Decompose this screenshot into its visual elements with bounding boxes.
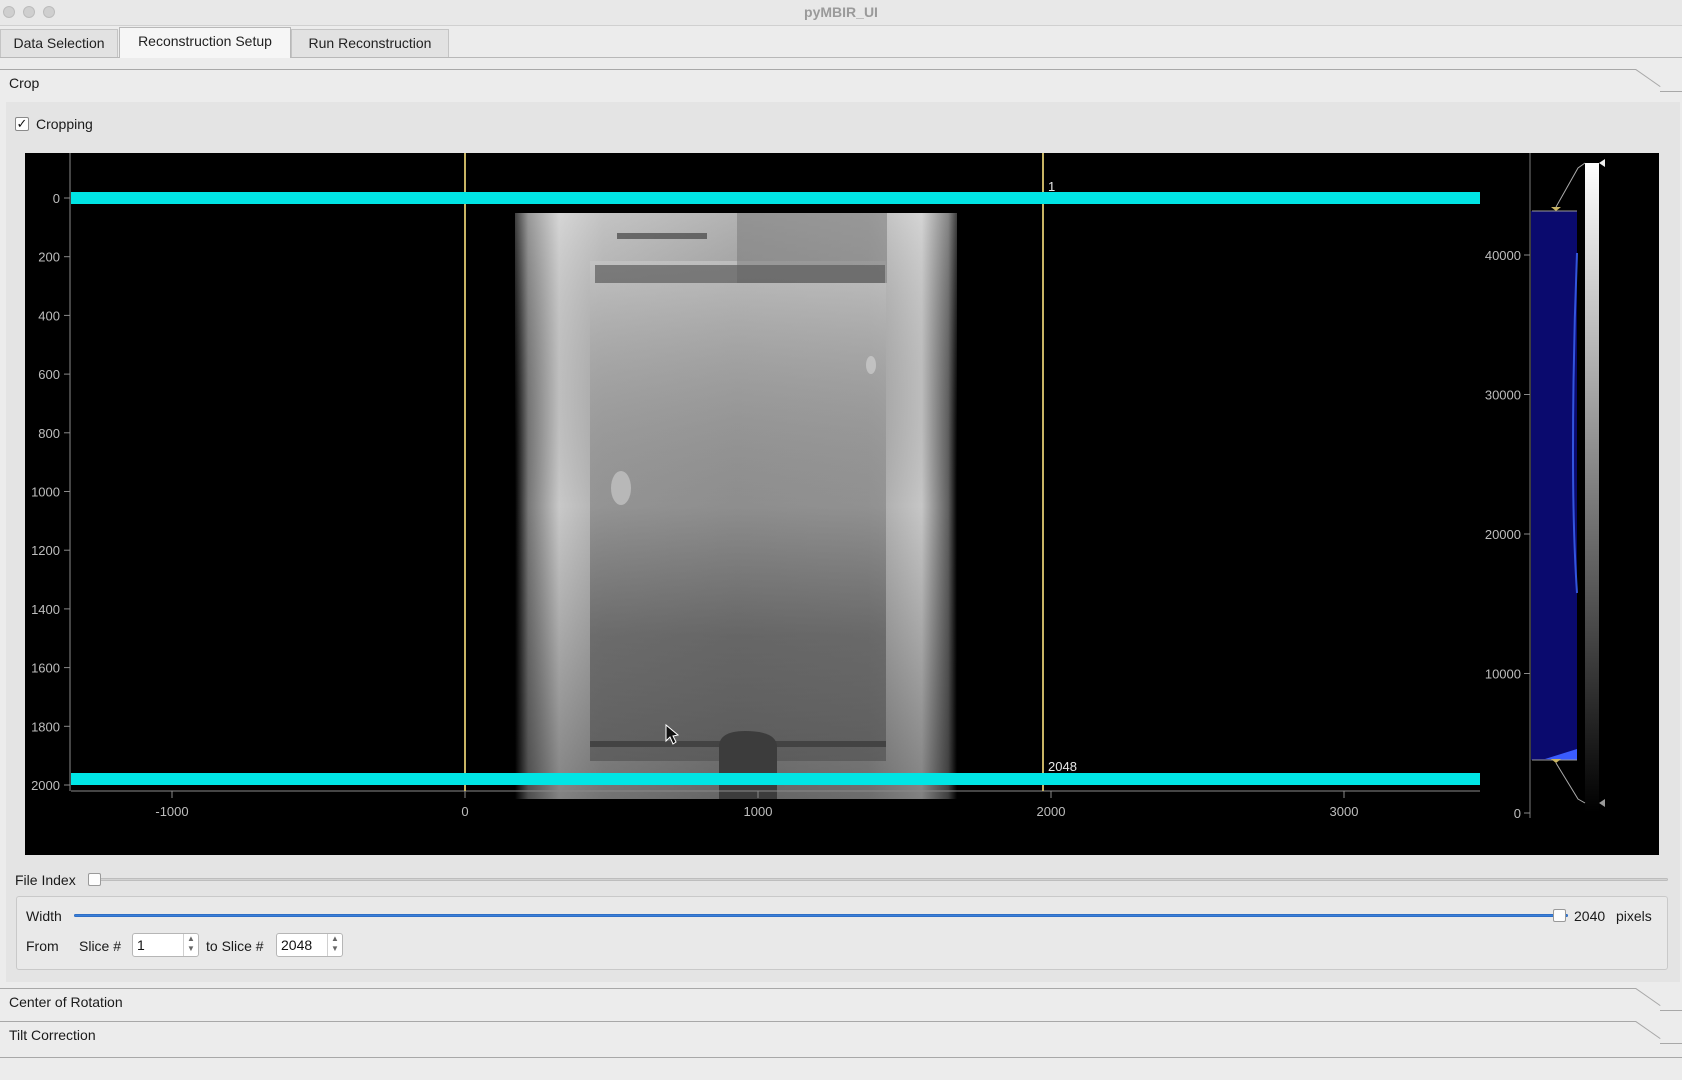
- x-tick-label: 1000: [744, 804, 773, 819]
- width-slice-group: [16, 896, 1668, 970]
- y-tick-label: 2000: [31, 778, 60, 793]
- sample-image: [515, 213, 957, 799]
- x-tick-label: 0: [461, 804, 468, 819]
- slice-to-value: 2048: [281, 937, 313, 953]
- width-slider-fill: [74, 914, 1568, 917]
- width-value: 2040: [1574, 908, 1606, 924]
- histogram-region[interactable]: [1531, 211, 1577, 760]
- x-tick-label: 3000: [1330, 804, 1359, 819]
- cropping-checkbox[interactable]: ✓: [15, 117, 29, 131]
- width-label: Width: [26, 908, 62, 924]
- x-tick-label: 2000: [1037, 804, 1066, 819]
- colorbar-tick-label: 30000: [1485, 388, 1521, 403]
- window-title: pyMBIR_UI: [804, 4, 878, 20]
- y-tick-label: 1200: [31, 543, 60, 558]
- tab-bar: Data Selection Reconstruction Setup Run …: [0, 26, 1682, 58]
- y-tick-label: 400: [38, 308, 60, 323]
- roi-top-row-band[interactable]: [71, 192, 1480, 204]
- y-tick-label: 1800: [31, 719, 60, 734]
- x-tick-marks: [171, 791, 1345, 798]
- colorbar-tick-label: 20000: [1485, 527, 1521, 542]
- to-slice-label: to Slice #: [206, 938, 264, 954]
- y-tick-label: 600: [38, 367, 60, 382]
- tab-reconstruction-setup[interactable]: Reconstruction Setup: [119, 27, 291, 58]
- y-tick-label: 200: [38, 250, 60, 265]
- y-tick-label: 0: [53, 191, 60, 206]
- slice-from-value: 1: [137, 937, 145, 953]
- slice-to-stepper-icon[interactable]: ▲ ▼: [327, 934, 342, 956]
- x-tick-labels: -1000 0 1000 2000 3000: [155, 804, 1358, 819]
- roi-top-label: 1: [1048, 179, 1055, 194]
- y-tick-labels: 0 200 400 600 800 1000 1200 1400 1600 1800 2000: [31, 191, 60, 793]
- roi-bottom-label: 2048: [1048, 759, 1077, 774]
- colorbar-tick-marks: [1524, 254, 1530, 814]
- y-tick-label: 1000: [31, 485, 60, 500]
- file-index-slider-track[interactable]: [90, 878, 1668, 881]
- y-tick-label: 800: [38, 426, 60, 441]
- image-view[interactable]: -1000 0 1000 2000 3000 0 200 400 600 800 1000 1200…: [25, 153, 1659, 855]
- slice-from-stepper-icon[interactable]: ▲ ▼: [183, 934, 198, 956]
- y-tick-marks: [64, 197, 70, 786]
- file-index-slider-handle[interactable]: [88, 873, 101, 886]
- tilt-correction-title: Tilt Correction: [9, 1027, 96, 1043]
- file-index-label: File Index: [15, 872, 76, 888]
- y-tick-label: 1600: [31, 661, 60, 676]
- colorbar-gradient[interactable]: [1585, 163, 1599, 813]
- width-unit: pixels: [1616, 908, 1652, 924]
- tab-run-reconstruction[interactable]: Run Reconstruction: [291, 29, 449, 57]
- center-of-rotation-section-header[interactable]: Center of Rotation: [0, 988, 1682, 1018]
- cropping-label: Cropping: [36, 116, 93, 132]
- crop-section-header[interactable]: Crop: [0, 69, 1682, 99]
- roi-bottom-row-band[interactable]: [71, 773, 1480, 785]
- slice-from-spinbox[interactable]: 1 ▲ ▼: [132, 933, 199, 957]
- x-tick-label: -1000: [155, 804, 188, 819]
- colorbar-tick-label: 40000: [1485, 248, 1521, 263]
- crop-section-title: Crop: [9, 75, 40, 91]
- bottom-divider: [0, 1057, 1682, 1058]
- width-slider-handle[interactable]: [1553, 909, 1566, 922]
- colorbar-tick-label: 0: [1514, 806, 1521, 821]
- title-bar: pyMBIR_UI: [0, 0, 1682, 26]
- tilt-correction-section-header[interactable]: Tilt Correction: [0, 1021, 1682, 1051]
- center-of-rotation-title: Center of Rotation: [9, 994, 123, 1010]
- colorbar-tick-label: 10000: [1485, 667, 1521, 682]
- from-label: From: [26, 938, 59, 954]
- y-tick-label: 1400: [31, 602, 60, 617]
- slice-from-label: Slice #: [79, 938, 122, 954]
- colorbar-tick-labels: 40000 30000 20000 10000 0: [1485, 248, 1521, 821]
- slice-to-spinbox[interactable]: 2048 ▲ ▼: [276, 933, 343, 957]
- histogram-colorbar[interactable]: [1529, 153, 1605, 818]
- tab-data-selection[interactable]: Data Selection: [0, 29, 118, 57]
